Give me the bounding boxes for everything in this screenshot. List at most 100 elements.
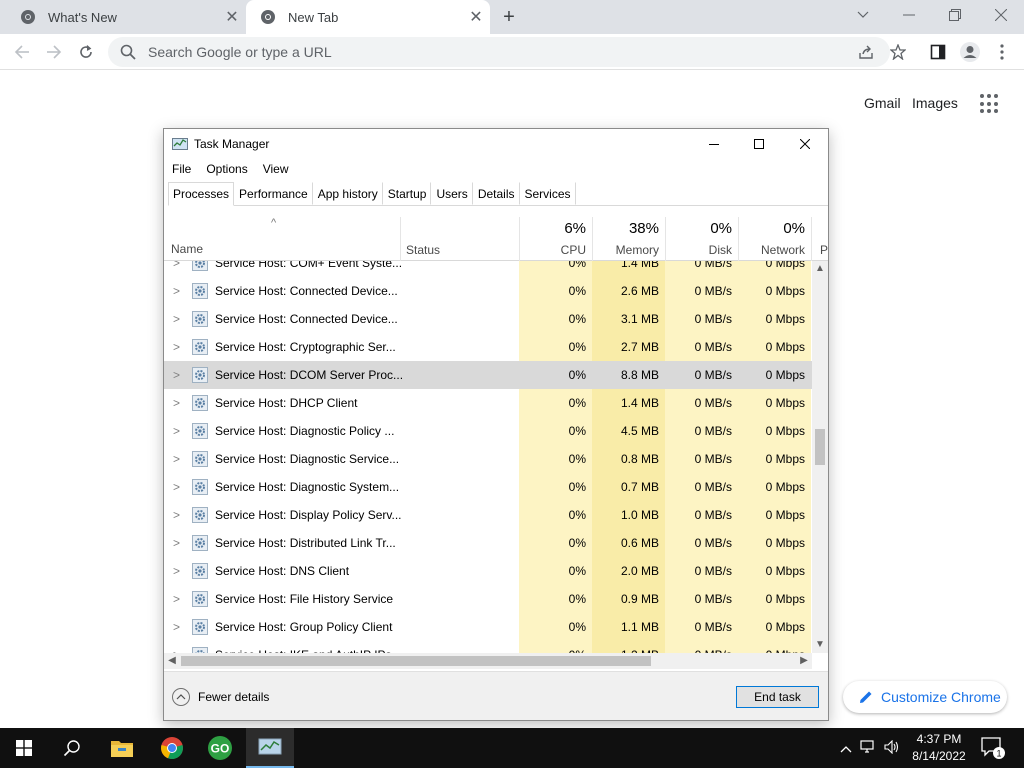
end-task-button[interactable]: End task [736, 686, 819, 708]
profile-avatar-icon[interactable] [956, 38, 984, 66]
table-row[interactable]: > Service Host: Connected Device... 0% 2.6 … [164, 277, 812, 305]
restore-icon[interactable] [932, 0, 978, 30]
customize-chrome-button[interactable]: Customize Chrome [843, 681, 1007, 713]
expand-chevron-icon[interactable]: > [173, 424, 180, 438]
omnibox[interactable] [108, 37, 890, 67]
table-row[interactable]: > Service Host: DNS Client 0% 2.0 MB 0 MB/s 0… [164, 557, 812, 585]
chrome-taskbar-icon[interactable] [148, 728, 196, 768]
network-value: 0 Mbps [738, 641, 811, 653]
expand-chevron-icon[interactable]: > [173, 368, 180, 382]
volume-icon[interactable] [880, 739, 904, 757]
scroll-up-arrow-icon[interactable]: ▲ [812, 261, 828, 277]
task-manager-taskbar-icon[interactable] [246, 728, 294, 768]
tab-performance[interactable]: Performance [234, 182, 313, 205]
network-value: 0 Mbps [738, 501, 811, 529]
column-network-header[interactable]: 0% Network [738, 217, 811, 261]
column-status-header[interactable]: Status [400, 217, 519, 261]
horizontal-scrollbar[interactable]: ◀ ▶ [164, 653, 812, 669]
bookmark-star-icon[interactable] [884, 38, 912, 66]
share-icon[interactable] [852, 38, 880, 66]
tab-close-icon[interactable]: ✕ [218, 7, 246, 27]
table-row[interactable]: > Service Host: Diagnostic Policy ... 0% 4.… [164, 417, 812, 445]
scroll-right-arrow-icon[interactable]: ▶ [796, 653, 812, 669]
table-row[interactable]: > Service Host: COM+ Event Syste... 0% 1.4 … [164, 261, 812, 277]
images-link[interactable]: Images [912, 95, 958, 111]
tab-details[interactable]: Details [473, 182, 520, 205]
column-cpu-header[interactable]: 6% CPU [519, 217, 592, 261]
expand-chevron-icon[interactable]: > [173, 396, 180, 410]
horizontal-scroll-thumb[interactable] [181, 656, 651, 666]
new-tab-plus-icon[interactable]: + [496, 5, 522, 29]
table-row[interactable]: > Service Host: File History Service 0% 0.9… [164, 585, 812, 613]
task-manager-titlebar[interactable]: Task Manager [164, 129, 828, 159]
expand-chevron-icon[interactable]: > [173, 340, 180, 354]
scroll-down-arrow-icon[interactable]: ▼ [812, 637, 828, 653]
column-disk-header[interactable]: 0% Disk [665, 217, 738, 261]
minimize-icon[interactable] [886, 0, 932, 30]
expand-chevron-icon[interactable]: > [173, 452, 180, 466]
expand-chevron-icon[interactable]: > [173, 284, 180, 298]
table-row[interactable]: > Service Host: Display Policy Serv... 0% 1… [164, 501, 812, 529]
side-panel-icon[interactable] [924, 38, 952, 66]
tm-maximize-icon[interactable] [736, 129, 782, 159]
menu-view[interactable]: View [255, 159, 296, 181]
tab-close-icon[interactable]: ✕ [462, 7, 490, 27]
tab-app-history[interactable]: App history [313, 182, 383, 205]
tab-users[interactable]: Users [431, 182, 473, 205]
vertical-scroll-thumb[interactable] [815, 429, 825, 465]
go-app-icon[interactable]: GO [196, 728, 244, 768]
reload-icon[interactable] [72, 38, 100, 66]
expand-chevron-icon[interactable]: > [173, 312, 180, 326]
expand-chevron-icon[interactable]: > [173, 536, 180, 550]
close-window-icon[interactable] [978, 0, 1024, 30]
tab-startup[interactable]: Startup [383, 182, 432, 205]
network-icon[interactable] [856, 739, 880, 757]
show-hidden-icons-chevron-icon[interactable] [836, 741, 856, 756]
vertical-scrollbar[interactable]: ▲ ▼ [812, 261, 828, 653]
table-row[interactable]: >Service Host: IKE and AuthIP IPs...0%1.… [164, 641, 812, 653]
scroll-left-arrow-icon[interactable]: ◀ [164, 653, 180, 669]
expand-chevron-icon[interactable]: > [173, 508, 180, 522]
table-row[interactable]: > Service Host: Cryptographic Ser... 0% 2.7… [164, 333, 812, 361]
start-windows-icon[interactable] [0, 728, 48, 768]
expand-chevron-icon[interactable]: > [173, 592, 180, 606]
table-row[interactable]: > Service Host: DCOM Server Proc... 0% 8.8 … [164, 361, 812, 389]
taskbar-clock[interactable]: 4:37 PM 8/14/2022 [902, 731, 976, 765]
chrome-menu-kebab-icon[interactable] [988, 38, 1016, 66]
tm-close-icon[interactable] [782, 129, 828, 159]
column-memory-header[interactable]: 38% Memory [592, 217, 665, 261]
service-gear-icon [192, 563, 208, 579]
table-row[interactable]: > Service Host: Diagnostic System... 0% 0.7… [164, 473, 812, 501]
google-apps-grid-icon[interactable] [980, 94, 1000, 114]
memory-total-pct: 38% [628, 220, 659, 237]
table-row[interactable]: > Service Host: DHCP Client 0% 1.4 MB 0 MB/s… [164, 389, 812, 417]
tab-whats-new[interactable]: What's New ✕ [6, 0, 246, 34]
menu-options[interactable]: Options [198, 159, 254, 181]
table-row[interactable]: > Service Host: Diagnostic Service... 0% 0.… [164, 445, 812, 473]
omnibox-input[interactable] [148, 44, 788, 60]
menu-file[interactable]: File [164, 159, 198, 181]
table-row[interactable]: > Service Host: Connected Device... 0% 3.1 … [164, 305, 812, 333]
back-arrow-icon[interactable] [8, 38, 36, 66]
table-row[interactable]: > Service Host: Group Policy Client 0% 1.1 … [164, 613, 812, 641]
column-name[interactable]: Name [171, 242, 203, 256]
table-row[interactable]: > Service Host: Distributed Link Tr... 0% 0… [164, 529, 812, 557]
tm-minimize-icon[interactable] [691, 129, 737, 159]
expand-chevron-icon[interactable]: > [173, 261, 180, 270]
cpu-value: 0% [519, 501, 592, 529]
expand-chevron-icon[interactable]: > [173, 480, 180, 494]
tab-search-chevron-icon[interactable] [840, 0, 886, 30]
tab-new-tab[interactable]: New Tab ✕ [246, 0, 490, 34]
forward-arrow-icon[interactable] [40, 38, 68, 66]
file-explorer-icon[interactable] [98, 728, 146, 768]
disk-value: 0 MB/s [665, 473, 738, 501]
search-icon[interactable] [48, 728, 96, 768]
expand-chevron-icon[interactable]: > [173, 620, 180, 634]
fewer-details-toggle[interactable]: Fewer details [172, 688, 269, 706]
tab-services[interactable]: Services [520, 182, 576, 205]
gmail-link[interactable]: Gmail [864, 95, 901, 111]
tab-processes[interactable]: Processes [168, 182, 235, 206]
expand-chevron-icon[interactable]: > [173, 564, 180, 578]
action-center-icon[interactable]: 1 [980, 736, 1006, 760]
column-power-header[interactable]: P [811, 217, 828, 261]
